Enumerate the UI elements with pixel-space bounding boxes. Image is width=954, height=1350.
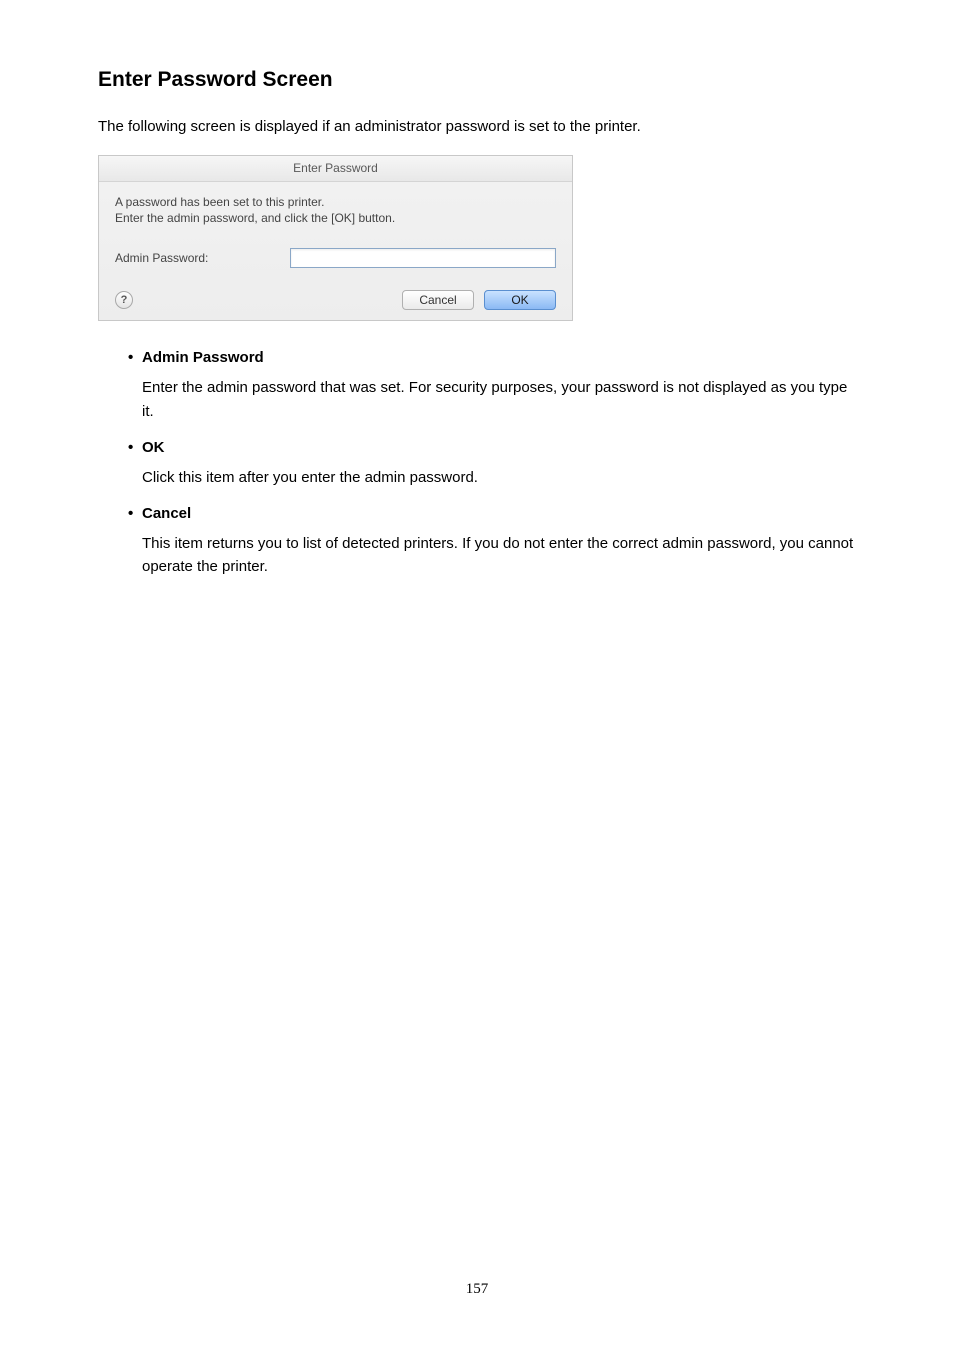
admin-password-input[interactable] — [290, 248, 556, 268]
help-icon[interactable]: ? — [115, 291, 133, 309]
bullet-row: • Cancel — [128, 505, 856, 522]
list-item: • Admin Password Enter the admin passwor… — [128, 349, 856, 423]
dialog-message: A password has been set to this printer.… — [115, 194, 556, 226]
dialog-message-line1: A password has been set to this printer. — [115, 194, 556, 210]
cancel-button[interactable]: Cancel — [402, 290, 474, 310]
page-number: 157 — [0, 1281, 954, 1298]
dialog-footer: ? Cancel OK — [115, 288, 556, 310]
ok-button[interactable]: OK — [484, 290, 556, 310]
page-content: Enter Password Screen The following scre… — [0, 0, 954, 579]
dialog-buttons: Cancel OK — [402, 290, 556, 310]
admin-password-row: Admin Password: — [115, 248, 556, 268]
page-heading: Enter Password Screen — [98, 68, 856, 92]
intro-text: The following screen is displayed if an … — [98, 116, 856, 137]
bullet-dot: • — [128, 349, 142, 366]
bullet-dot: • — [128, 505, 142, 522]
bullet-row: • Admin Password — [128, 349, 856, 366]
bullet-dot: • — [128, 439, 142, 456]
dialog-title: Enter Password — [99, 156, 572, 182]
item-label-cancel: Cancel — [142, 505, 191, 522]
list-item: • OK Click this item after you enter the… — [128, 439, 856, 489]
bullet-row: • OK — [128, 439, 856, 456]
admin-password-label: Admin Password: — [115, 251, 290, 265]
item-body: This item returns you to list of detecte… — [128, 532, 856, 579]
dialog-message-line2: Enter the admin password, and click the … — [115, 210, 556, 226]
enter-password-dialog: Enter Password A password has been set t… — [98, 155, 573, 321]
item-body: Click this item after you enter the admi… — [128, 466, 856, 489]
item-label-admin-password: Admin Password — [142, 349, 264, 366]
description-list: • Admin Password Enter the admin passwor… — [98, 349, 856, 578]
item-label-ok: OK — [142, 439, 165, 456]
dialog-body: A password has been set to this printer.… — [99, 182, 572, 320]
list-item: • Cancel This item returns you to list o… — [128, 505, 856, 579]
item-body: Enter the admin password that was set. F… — [128, 376, 856, 423]
